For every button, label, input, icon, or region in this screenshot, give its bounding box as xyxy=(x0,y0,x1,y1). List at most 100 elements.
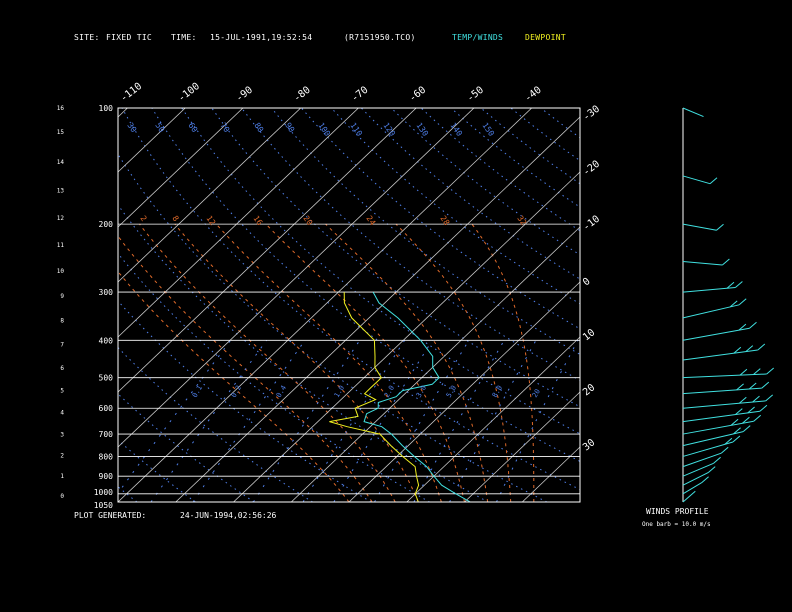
wind-shaft xyxy=(682,107,704,118)
wind-barb xyxy=(759,404,768,412)
isotherm-label-top: -40 xyxy=(523,85,544,105)
wind-barb xyxy=(765,394,774,402)
dry-adiabat xyxy=(0,108,78,502)
isotherm-label-top: -60 xyxy=(407,85,428,105)
isotherm xyxy=(0,108,70,502)
mixing-ratio-line xyxy=(150,340,268,502)
height-label: 7 xyxy=(60,342,64,349)
isotherm xyxy=(118,108,417,393)
dewpoint-line xyxy=(329,292,420,502)
pressure-label: 800 xyxy=(99,452,114,461)
mixing-ratio-label: 20 xyxy=(531,388,542,399)
wind-barb xyxy=(701,476,709,484)
wind-barb xyxy=(739,368,748,376)
height-label: 3 xyxy=(60,431,64,438)
isotherm-label-right: -30 xyxy=(581,104,602,124)
wind-barb xyxy=(738,298,747,306)
height-label: 15 xyxy=(57,129,65,136)
wind-shaft xyxy=(682,175,711,185)
plot-generated-label: PLOT GENERATED: xyxy=(74,511,147,520)
wind-barb xyxy=(716,223,724,231)
plot-generated-value: 24-JUN-1994,02:56:26 xyxy=(180,511,277,520)
isotherm xyxy=(118,108,475,448)
mixing-ratio-line xyxy=(252,340,361,502)
mixing-ratio-line xyxy=(118,339,231,494)
wind-shaft xyxy=(682,223,717,231)
wind-barb xyxy=(757,343,766,351)
dry-adiabat-label: 60 xyxy=(186,121,199,134)
dry-adiabat xyxy=(450,108,580,208)
height-label: 12 xyxy=(57,215,65,222)
moist-adiabat-label: 12 xyxy=(204,214,217,227)
isotherm-label-right: -20 xyxy=(581,159,602,179)
pressure-label: 500 xyxy=(99,374,114,383)
pressure-label: 100 xyxy=(99,104,114,113)
isotherm-label-top: -80 xyxy=(292,85,313,105)
isotherm-label-right: 0 xyxy=(581,276,593,288)
wind-barb xyxy=(752,368,761,375)
dry-adiabat xyxy=(118,346,313,502)
dry-adiabat-label: 130 xyxy=(414,121,430,138)
wind-shaft xyxy=(682,373,767,379)
moist-adiabat-label: 2 xyxy=(138,214,148,223)
dry-adiabat xyxy=(510,108,580,162)
plot-area xyxy=(0,108,580,502)
height-label: 9 xyxy=(60,293,64,300)
mixing-ratio-label: 0.2 xyxy=(230,384,243,399)
mixing-ratio-line xyxy=(333,340,433,502)
isotherm xyxy=(118,108,532,502)
mixing-ratio-line xyxy=(496,340,579,502)
dry-adiabat xyxy=(118,204,489,502)
pressure-label: 1000 xyxy=(94,488,113,497)
height-label: 0 xyxy=(60,493,64,500)
dry-adiabat xyxy=(121,108,580,491)
pressure-label: 1050 xyxy=(94,501,113,510)
dry-adiabat xyxy=(360,108,580,280)
skewt-figure: SITE: FIXED TIC TIME: 15-JUL-1991,19:52:… xyxy=(0,0,792,612)
pressure-label: 400 xyxy=(99,336,114,345)
pressure-label: 300 xyxy=(99,288,114,297)
isotherm-label-top: -100 xyxy=(176,81,202,105)
dry-adiabat-label: 80 xyxy=(252,121,265,134)
isotherm-label-right: 10 xyxy=(581,327,597,343)
isotherm xyxy=(579,501,580,502)
moist-adiabat-label: 16 xyxy=(251,214,264,227)
dry-adiabat xyxy=(118,300,372,502)
moist-adiabat xyxy=(325,223,489,502)
dry-adiabat-label: 150 xyxy=(480,121,496,138)
mixing-ratio-label: 0.1 xyxy=(191,384,204,399)
moist-adiabat-label: 32 xyxy=(515,214,528,227)
dry-adiabat xyxy=(0,108,20,502)
winds-profile-title: WINDS PROFILE xyxy=(646,507,709,516)
moist-adiabat-label: 24 xyxy=(364,214,377,227)
height-label: 13 xyxy=(57,187,65,194)
wind-barb xyxy=(713,456,721,464)
height-label: 5 xyxy=(60,388,64,395)
isotherm-label-top: -50 xyxy=(465,85,486,105)
wind-barb xyxy=(749,321,757,329)
isotherm-label-top: -90 xyxy=(234,85,255,105)
height-label: 1 xyxy=(60,473,64,480)
mixing-ratio-label: 2.0 xyxy=(383,384,396,399)
isotherm-label-top: -110 xyxy=(119,81,145,105)
wind-barb xyxy=(742,425,751,432)
isotherm xyxy=(290,226,580,502)
dry-adiabat-label: 120 xyxy=(381,121,397,138)
wind-barb xyxy=(732,435,741,443)
isotherm-label-top: -70 xyxy=(350,85,371,105)
moist-adiabat xyxy=(174,223,419,502)
height-label: 8 xyxy=(60,318,64,325)
height-label: 14 xyxy=(57,159,65,166)
pressure-label: 700 xyxy=(99,430,114,439)
height-label: 16 xyxy=(57,105,65,112)
isotherm-label-right: 30 xyxy=(581,437,597,453)
isotherm-label-right: -10 xyxy=(581,214,602,234)
isotherm-label-right: 20 xyxy=(581,382,597,398)
moist-adiabat xyxy=(118,270,350,502)
moist-adiabat-label: 8 xyxy=(170,214,180,223)
isotherm xyxy=(118,108,359,338)
wind-shaft xyxy=(682,261,723,266)
height-label: 6 xyxy=(60,365,64,372)
isotherm xyxy=(0,108,12,502)
dry-adiabat xyxy=(118,153,548,502)
